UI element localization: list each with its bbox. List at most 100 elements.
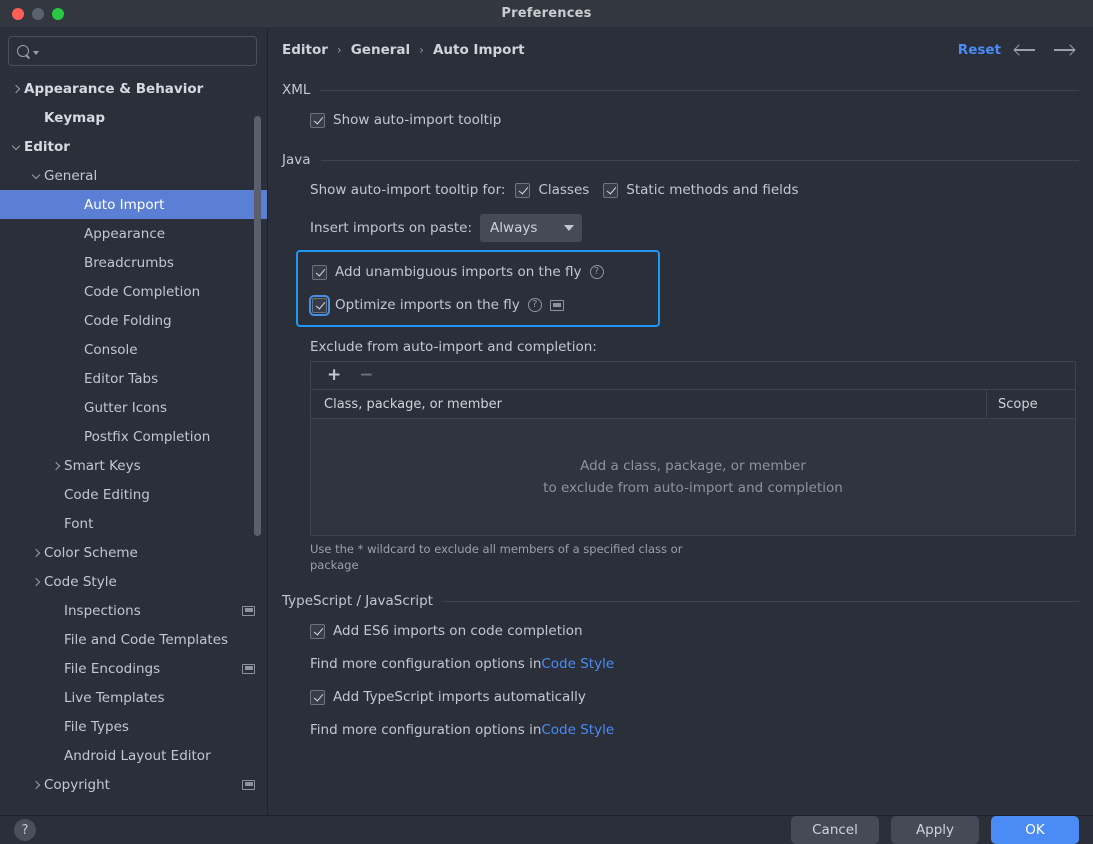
label-exclude-from-auto-import: Exclude from auto-import and completion: [310,339,597,355]
checkbox-add-typescript-imports[interactable] [310,689,325,705]
breadcrumb-item-2: Auto Import [432,42,525,58]
checkbox-optimize-imports[interactable] [309,294,330,316]
checkbox-add-es6-imports[interactable] [310,623,325,639]
find-more-text-1: Find more configuration options in [310,656,542,673]
sidebar-item-label: Editor Tabs [84,370,159,387]
zoom-button[interactable] [52,7,64,20]
sidebar-item-code-editing[interactable]: Code Editing [0,480,267,509]
column-header-scope[interactable]: Scope [987,390,1075,418]
sidebar-item-label: Appearance & Behavior [24,80,204,97]
row-insert-imports-on-paste: Insert imports on paste: Always [282,214,1079,242]
empty-message-line-1: Add a class, package, or member [580,458,806,474]
add-button[interactable]: + [327,367,341,384]
minimize-button[interactable] [32,7,44,20]
checkbox-classes[interactable] [515,182,531,198]
sidebar-item-label: Color Scheme [44,544,138,561]
search-box[interactable] [8,36,257,66]
sidebar-item-label: Editor [24,138,70,155]
sidebar-item-editor-tabs[interactable]: Editor Tabs [0,364,267,393]
chevron-down-icon [564,225,575,231]
sidebar-item-color-scheme[interactable]: Color Scheme [0,538,267,567]
sidebar-item-postfix-completion[interactable]: Postfix Completion [0,422,267,451]
checkbox-show-auto-import-tooltip[interactable] [310,112,325,128]
sidebar-item-inspections[interactable]: Inspections [0,596,267,625]
sidebar-item-keymap[interactable]: Keymap [0,103,267,132]
settings-content: XML Show auto-import tooltip Java Show a… [268,72,1093,815]
sidebar-item-gutter-icons[interactable]: Gutter Icons [0,393,267,422]
exclude-table-body[interactable]: Add a class, package, or member to exclu… [311,419,1075,535]
sidebar-item-appearance-behavior[interactable]: Appearance & Behavior [0,74,267,103]
label-add-unambiguous-imports: Add unambiguous imports on the fly [335,264,582,280]
sidebar-scrollbar[interactable] [254,116,261,536]
sidebar-item-label: Live Templates [64,689,165,706]
breadcrumb-item-0[interactable]: Editor [282,42,328,58]
settings-sidebar: Appearance & Behavior Keymap Editor General… [0,28,268,815]
sidebar-item-label: File Encodings [64,660,161,677]
breadcrumb-separator: › [336,43,342,57]
apply-button[interactable]: Apply [891,816,979,844]
sidebar-item-code-folding[interactable]: Code Folding [0,306,267,335]
search-wrap [0,28,267,72]
forward-button[interactable] [1049,38,1079,62]
sidebar-item-smart-keys[interactable]: Smart Keys [0,451,267,480]
label-static-methods: Static methods and fields [626,182,799,198]
row-add-unambiguous-imports[interactable]: Add unambiguous imports on the fly ? [298,258,658,286]
chevron-right-icon[interactable] [48,461,64,470]
sidebar-item-breadcrumbs[interactable]: Breadcrumbs [0,248,267,277]
sidebar-item-file-types[interactable]: File Types [0,712,267,741]
sidebar-item-file-encodings[interactable]: File Encodings [0,654,267,683]
exclude-table-toolbar: + − [311,362,1075,390]
settings-tree[interactable]: Appearance & Behavior Keymap Editor General… [0,72,267,815]
help-button[interactable]: ? [14,819,36,841]
row-show-auto-import-tooltip[interactable]: Show auto-import tooltip [282,106,1079,134]
ok-button[interactable]: OK [991,816,1079,844]
chevron-down-icon[interactable] [28,170,44,179]
sidebar-item-code-style[interactable]: Code Style [0,567,267,596]
checkbox-static-methods[interactable] [603,182,619,198]
chevron-down-icon[interactable] [8,141,24,150]
sidebar-item-auto-import[interactable]: Auto Import [0,190,267,219]
search-input[interactable] [42,43,248,59]
row-add-typescript-imports[interactable]: Add TypeScript imports automatically [282,683,1079,711]
label-add-es6-imports: Add ES6 imports on code completion [333,623,583,640]
label-tooltip-for: Show auto-import tooltip for: [310,182,506,198]
help-icon[interactable]: ? [527,298,542,312]
cancel-button[interactable]: Cancel [791,816,879,844]
sidebar-item-console[interactable]: Console [0,335,267,364]
code-style-link-2[interactable]: Code Style [541,722,614,738]
code-style-link-1[interactable]: Code Style [541,656,614,672]
chevron-right-icon[interactable] [28,548,44,557]
sidebar-item-label: Code Editing [64,486,150,503]
chevron-down-icon[interactable] [33,51,39,55]
row-optimize-imports[interactable]: Optimize imports on the fly ? [298,291,658,319]
help-icon[interactable]: ? [589,265,604,279]
sidebar-item-copyright[interactable]: Copyright [0,770,267,799]
sidebar-item-code-completion[interactable]: Code Completion [0,277,267,306]
sidebar-item-android-layout-editor[interactable]: Android Layout Editor [0,741,267,770]
sidebar-item-editor[interactable]: Editor [0,132,267,161]
label-optimize-imports: Optimize imports on the fly [335,297,520,313]
label-add-typescript-imports: Add TypeScript imports automatically [333,689,586,706]
sidebar-item-file-and-code-templates[interactable]: File and Code Templates [0,625,267,654]
checkbox-add-unambiguous-imports[interactable] [312,264,327,280]
reset-button[interactable]: Reset [958,42,1001,58]
close-button[interactable] [12,7,24,20]
sidebar-item-font[interactable]: Font [0,509,267,538]
sidebar-item-appearance[interactable]: Appearance [0,219,267,248]
sidebar-item-general[interactable]: General [0,161,267,190]
sidebar-item-label: Android Layout Editor [64,747,211,764]
select-value: Always [490,220,538,236]
select-insert-imports-on-paste[interactable]: Always [480,214,583,242]
xml-group-header: XML [282,82,1079,98]
sidebar-item-live-templates[interactable]: Live Templates [0,683,267,712]
breadcrumb-item-1[interactable]: General [351,42,410,58]
back-button[interactable] [1010,38,1040,62]
row-add-es6-imports[interactable]: Add ES6 imports on code completion [282,617,1079,645]
column-header-class[interactable]: Class, package, or member [311,390,987,418]
chevron-right-icon[interactable] [8,84,24,93]
dialog-footer: ? Cancel Apply OK [0,815,1093,844]
chevron-right-icon[interactable] [28,780,44,789]
sidebar-item-label: File Types [64,718,129,735]
row-find-more-2: Find more configuration options in Code … [282,716,1079,744]
chevron-right-icon[interactable] [28,577,44,586]
